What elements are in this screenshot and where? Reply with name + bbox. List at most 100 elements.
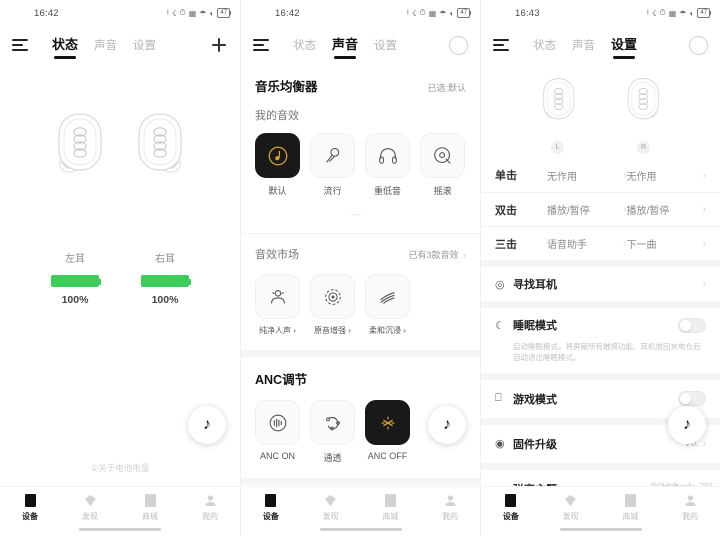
- nav-item-mall[interactable]: 商城: [601, 493, 661, 522]
- preset-bass-tile[interactable]: [365, 133, 410, 178]
- music-fab-button[interactable]: ♪: [668, 406, 706, 444]
- screen-settings: 16:43 ⍿ ☇ ⏱ ▦ ☂ ◐ 47 状态 声音 设置 L R 单击 无作用…: [480, 0, 720, 536]
- avatar[interactable]: [449, 35, 468, 55]
- tab-settings[interactable]: 设置: [133, 37, 156, 57]
- battery-note[interactable]: ①关于电池电量: [0, 462, 240, 474]
- chevron-right-icon: ›: [702, 238, 706, 249]
- setting-row-find-earbuds[interactable]: ◎ 寻找耳机 ›: [481, 267, 720, 301]
- setting-row-popup-theme[interactable]: ⚏ 弹窗主题 萌虎下山 ›: [481, 470, 720, 486]
- nav-item-discover[interactable]: 发现: [301, 493, 361, 522]
- nav-label-mall: 商城: [622, 512, 639, 521]
- gesture-row-double-tap[interactable]: 双击 播放/暂停 › 播放/暂停 ›: [481, 192, 720, 226]
- divider: [481, 260, 720, 267]
- sound-market-count-label: 已有3款音效: [408, 250, 459, 260]
- tab-sound[interactable]: 声音: [332, 34, 358, 57]
- gesture-right-value: 播放/暂停: [626, 206, 670, 217]
- nav-item-mall[interactable]: 商城: [120, 493, 180, 522]
- preset-rock-tile[interactable]: [420, 133, 465, 178]
- gesture-left-triple-tap[interactable]: 语音助手 ›: [547, 236, 627, 251]
- setting-label-game-mode: 游戏模式: [513, 393, 557, 406]
- nav-item-discover[interactable]: 发现: [60, 493, 120, 522]
- menu-icon[interactable]: [493, 39, 509, 51]
- preset-pop[interactable]: 流行: [310, 133, 355, 197]
- equalizer-curve-indicator[interactable]: — ·: [255, 209, 466, 219]
- nav-label-profile: 我的: [202, 512, 218, 521]
- avatar[interactable]: [689, 35, 708, 55]
- nav-item-profile[interactable]: 我的: [660, 493, 720, 522]
- find-earbuds-icon: ◎: [495, 278, 505, 291]
- top-bar-right: [689, 35, 708, 55]
- anc-transparency-label: 通透: [323, 453, 342, 463]
- preset-rock[interactable]: 摇滚: [420, 133, 465, 197]
- nav-item-profile[interactable]: 我的: [420, 493, 480, 522]
- gesture-left-value: 无作用: [547, 171, 577, 183]
- preset-default-tile[interactable]: [255, 133, 300, 178]
- menu-icon[interactable]: [12, 39, 28, 51]
- setting-row-sleep-mode[interactable]: ☾ 睡眠模式: [481, 308, 720, 342]
- home-indicator: [79, 528, 161, 531]
- right-battery-percent: 100%: [151, 294, 179, 306]
- market-item-soft[interactable]: 柔和沉浸 ›: [365, 274, 410, 336]
- sleep-mode-toggle[interactable]: [678, 317, 706, 333]
- market-item-soft-tile[interactable]: [365, 274, 410, 319]
- anc-title: ANC调节: [255, 373, 308, 387]
- nav-item-discover[interactable]: 发现: [541, 493, 601, 522]
- tab-settings[interactable]: 设置: [611, 34, 637, 57]
- anc-on-tile[interactable]: [255, 400, 300, 445]
- disc-note-icon: [268, 146, 287, 165]
- tab-status[interactable]: 状态: [533, 37, 556, 57]
- gamepad-icon: ⎕: [495, 392, 502, 405]
- anc-transparency-option[interactable]: 通透: [310, 400, 355, 464]
- tab-status[interactable]: 状态: [52, 34, 78, 57]
- status-bar: 16:42 ⍿ ☇ ⏱ ▦ ☂ ◐ 47: [241, 0, 480, 26]
- anc-off-tile[interactable]: [365, 400, 410, 445]
- left-earbud-label: 左耳: [65, 254, 85, 265]
- nav-label-discover: 发现: [562, 512, 579, 521]
- music-fab-button[interactable]: ♪: [428, 406, 466, 444]
- anc-off-label: ANC OFF: [367, 451, 408, 461]
- music-fab-button[interactable]: ♪: [188, 406, 226, 444]
- nav-item-profile[interactable]: 我的: [180, 493, 240, 522]
- nav-item-device[interactable]: 设备: [241, 493, 301, 522]
- game-mode-toggle[interactable]: [678, 391, 706, 407]
- market-item-pure-vocal[interactable]: 纯净人声 ›: [255, 274, 300, 336]
- bluetooth-icon: ☇: [651, 8, 657, 18]
- left-earbud-icon: [58, 113, 102, 173]
- preset-default[interactable]: 默认: [255, 133, 300, 197]
- sound-market-section: 音效市场 已有3款音效 › 纯净人声 › 原音增强 › 柔和沉浸 ›: [241, 234, 480, 350]
- gesture-row-triple-tap[interactable]: 三击 语音助手 › 下一曲 ›: [481, 226, 720, 260]
- chevron-right-icon: ›: [463, 250, 466, 260]
- gesture-right-double-tap[interactable]: 播放/暂停 ›: [627, 202, 707, 217]
- gesture-left-double-tap[interactable]: 播放/暂停 ›: [547, 202, 627, 217]
- tab-sound[interactable]: 声音: [572, 37, 595, 57]
- tab-sound[interactable]: 声音: [94, 37, 117, 57]
- gesture-left-value: 播放/暂停: [547, 206, 590, 217]
- left-battery-percent: 100%: [61, 294, 89, 306]
- nav-item-device[interactable]: 设备: [0, 493, 60, 522]
- add-device-button[interactable]: [210, 36, 228, 54]
- discover-icon: [60, 493, 120, 508]
- gesture-left-single-tap[interactable]: 无作用 ›: [547, 168, 627, 183]
- nav-item-device[interactable]: 设备: [481, 493, 541, 522]
- tab-settings[interactable]: 设置: [374, 37, 397, 57]
- screen-status: 16:42 ⍿ ☇ ⏱ ▦ ☂ ◐ 47 状态 声音 设置 左耳 100% 右耳…: [0, 0, 240, 536]
- right-earbud-icon: [627, 78, 659, 120]
- market-item-enhance-tile[interactable]: [310, 274, 355, 319]
- market-item-pure-vocal-tile[interactable]: [255, 274, 300, 319]
- nav-item-mall[interactable]: 商城: [361, 493, 421, 522]
- right-earbud-label: 右耳: [155, 254, 175, 265]
- preset-default-label: 默认: [268, 186, 287, 196]
- market-item-enhance[interactable]: 原音增强 ›: [310, 274, 355, 336]
- preset-pop-tile[interactable]: [310, 133, 355, 178]
- menu-icon[interactable]: [253, 39, 269, 51]
- discover-icon: [301, 493, 361, 508]
- tab-status[interactable]: 状态: [293, 37, 316, 57]
- sound-market-count[interactable]: 已有3款音效 ›: [408, 248, 466, 261]
- preset-bass[interactable]: 重低音: [365, 133, 410, 197]
- anc-on-option[interactable]: ANC ON: [255, 400, 300, 464]
- gesture-right-single-tap[interactable]: 无作用 ›: [627, 168, 707, 183]
- anc-off-option[interactable]: ANC OFF: [365, 400, 410, 464]
- anc-transparency-tile[interactable]: [310, 400, 355, 445]
- gesture-right-triple-tap[interactable]: 下一曲 ›: [627, 236, 707, 251]
- gesture-row-single-tap[interactable]: 单击 无作用 › 无作用 ›: [481, 158, 720, 192]
